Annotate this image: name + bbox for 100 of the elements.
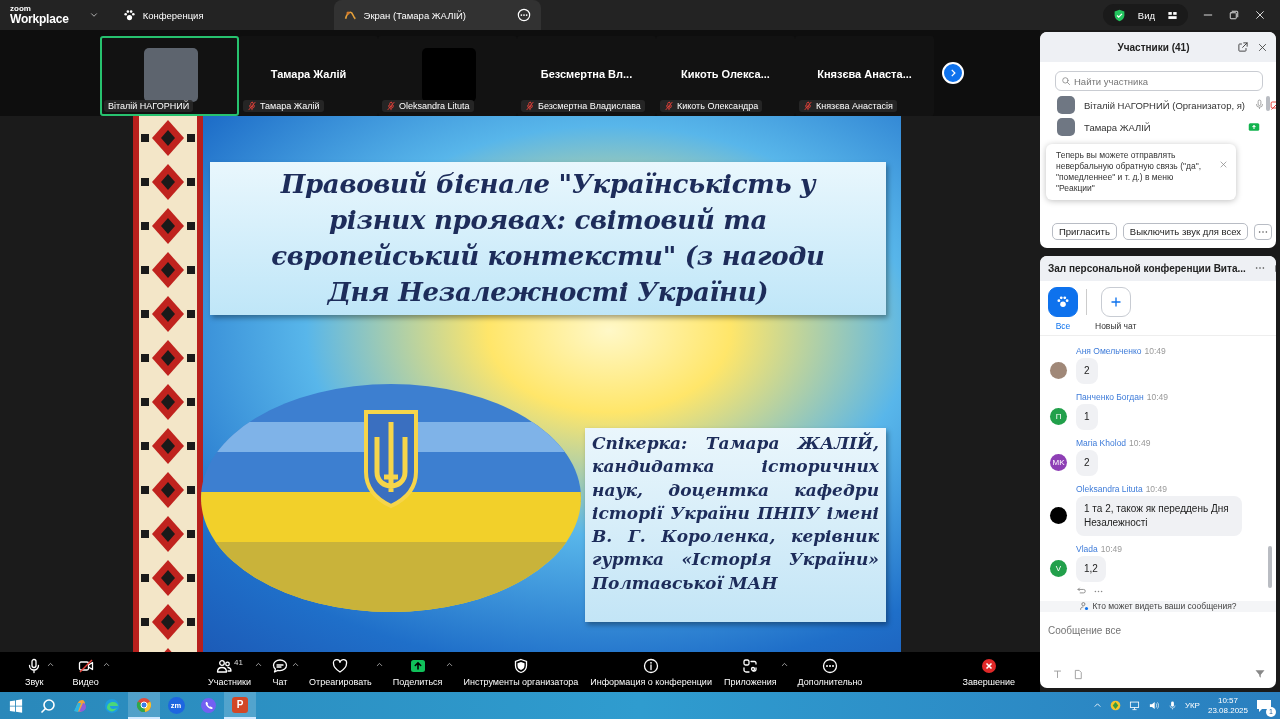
- sender-name: Maria Kholod: [1076, 437, 1127, 448]
- avatar-placeholder: [1050, 362, 1067, 380]
- logo-text: zoom: [10, 5, 32, 13]
- chevron-up-icon[interactable]: [1092, 701, 1102, 710]
- blank-video: [422, 48, 476, 102]
- close-icon[interactable]: [1257, 41, 1268, 53]
- close-icon[interactable]: [1254, 9, 1266, 21]
- video-off-icon: [77, 657, 94, 674]
- more-icon: [821, 657, 838, 674]
- toolbar-button[interactable]: Отреагировать: [306, 655, 375, 689]
- participant-row[interactable]: Тамара ЖАЛІЙ: [1040, 116, 1266, 138]
- video-tile[interactable]: Oleksandra Lituta: [378, 36, 517, 116]
- network-icon[interactable]: [1128, 700, 1140, 711]
- avatar: V: [1050, 560, 1067, 578]
- participant-name: Кикоть Олекса...: [680, 68, 771, 80]
- message-time: 10:49: [1129, 437, 1151, 448]
- chat-icon: [272, 657, 288, 674]
- message-bubble: 2: [1076, 449, 1098, 476]
- panel-title: Участники (41): [1116, 41, 1191, 53]
- microphone-icon: [1254, 99, 1266, 110]
- toolbar-button[interactable]: Видео: [69, 655, 102, 689]
- more-icon[interactable]: [517, 8, 531, 22]
- participant-label: Кикоть Олександра: [677, 101, 759, 111]
- powerpoint-app-icon[interactable]: P: [232, 696, 248, 713]
- privacy-link[interactable]: Кто может видеть ваши сообщения?: [1040, 600, 1276, 612]
- participant-row[interactable]: Віталій НАГОРНИЙ (Организатор, я): [1040, 94, 1266, 116]
- participant-label: Віталій НАГОРНИЙ: [108, 101, 190, 111]
- message-bubble: 2: [1076, 357, 1098, 384]
- message-bubble: 1 та 2, також як переддень Дня Незалежності: [1076, 495, 1242, 536]
- plus-icon: [1109, 295, 1122, 308]
- toolbar-button[interactable]: Инструменты организатора: [460, 655, 582, 689]
- avatar-placeholder: [1057, 96, 1075, 114]
- reply-icon[interactable]: [1076, 585, 1087, 597]
- microphone-icon[interactable]: [1167, 700, 1177, 711]
- search-icon[interactable]: [40, 697, 56, 714]
- logo-text: Workplace: [10, 13, 69, 25]
- more-button[interactable]: [1254, 223, 1273, 240]
- meeting-tab[interactable]: Конференция: [112, 0, 214, 30]
- shield-icon: [512, 657, 529, 674]
- file-icon[interactable]: [1073, 668, 1084, 680]
- sender-name: Oleksandra Lituta: [1076, 483, 1143, 494]
- participants-icon: [216, 657, 233, 674]
- participant-name: Безсмертна Вл...: [539, 68, 634, 80]
- toolbar-button[interactable]: Приложения: [720, 655, 780, 689]
- end-call-icon: [980, 657, 997, 674]
- message-time: 10:49: [1100, 543, 1123, 554]
- grid-icon: [1167, 9, 1178, 21]
- search-field[interactable]: Найти участника: [1055, 71, 1263, 91]
- message-time: 10:49: [1144, 345, 1166, 356]
- toolbar-button[interactable]: Звук: [22, 655, 47, 689]
- speaker-info: Спікерка: Тамара ЖАЛІЙ, кандидатка історичних наук, доцентка кафедри історії України ПНПУ імені В. Г. Короленка, керівник гуртка «Історія України» Полтавської МАН: [585, 428, 886, 622]
- meeting-tab[interactable]: Экран (Тамара ЖАЛІЙ): [333, 0, 541, 30]
- language-indicator[interactable]: УКР: [1184, 701, 1200, 710]
- panel-title: Зал персональной конференции Вита...: [1048, 262, 1246, 274]
- toolbar-button[interactable]: Информация о конференции: [587, 655, 715, 689]
- speaker-icon[interactable]: [1147, 700, 1160, 711]
- phone-bubble-icon[interactable]: [199, 697, 217, 714]
- toolbar-button[interactable]: 41 Участники: [205, 655, 254, 689]
- video-tile[interactable]: Князєва Анаста... Князєва Анастасія: [795, 36, 934, 116]
- clock[interactable]: 10:57 23.08.2025: [1207, 695, 1248, 716]
- participant-name: Князєва Анаста...: [816, 68, 913, 80]
- panel-button[interactable]: Выключить звук для всех: [1122, 223, 1249, 240]
- heart-icon: [332, 657, 349, 674]
- sender-name: Vlada: [1076, 543, 1098, 554]
- restore-icon[interactable]: [1228, 9, 1240, 21]
- chevron-down-icon[interactable]: [88, 10, 99, 20]
- avatar: MK: [1050, 454, 1067, 472]
- notification-text: Теперь вы можете отправлять невербальную обратную связь ("да", "помедленнее" и т. д.) в меню "Реакции": [1056, 150, 1203, 194]
- video-tile[interactable]: Кикоть Олекса... Кикоть Олександра: [656, 36, 795, 116]
- scrollbar-thumb[interactable]: [1266, 96, 1270, 111]
- avatar-placeholder: [1057, 118, 1075, 136]
- scrollbar-thumb[interactable]: [1268, 545, 1272, 588]
- message-bubble: 1: [1076, 403, 1098, 430]
- message-icon: [1256, 698, 1272, 713]
- toolbar-button[interactable]: Дополнительно: [794, 655, 866, 689]
- panel-button[interactable]: Пригласить: [1052, 223, 1117, 240]
- tray-app-icon[interactable]: [1109, 700, 1121, 711]
- message-time: 10:49: [1145, 483, 1167, 494]
- shield-check-icon: [1112, 8, 1126, 22]
- chrome-icon[interactable]: [136, 696, 152, 713]
- view-button[interactable]: Вид: [1102, 4, 1188, 26]
- video-tile[interactable]: Безсмертна Вл... Безсмертна Владислава: [517, 36, 656, 116]
- toolbar-button[interactable]: Чат: [269, 655, 291, 689]
- participant-label: Тамара Жалій: [260, 101, 320, 111]
- pop-out-icon[interactable]: [1237, 41, 1249, 53]
- video-tile[interactable]: Тамара Жалій Тамара Жалій: [239, 36, 378, 116]
- next-page-button[interactable]: [942, 62, 964, 84]
- participant-count: 41: [234, 657, 243, 667]
- toolbar-button[interactable]: Завершение: [959, 655, 1018, 689]
- windows-icon[interactable]: [9, 698, 23, 713]
- chevron-right-icon: [948, 68, 958, 78]
- app-icon[interactable]: [72, 697, 88, 714]
- text-format-icon[interactable]: [1052, 668, 1063, 680]
- message-time: 10:49: [1146, 391, 1168, 402]
- toolbar-button[interactable]: Поделиться: [389, 655, 446, 689]
- participant-label: Князєва Анастасія: [816, 101, 893, 111]
- photo-placeholder: [144, 48, 198, 102]
- info-icon: [643, 657, 660, 674]
- video-tile[interactable]: Віталій НАГОРНИЙ: [100, 36, 239, 116]
- participant-label: Oleksandra Lituta: [399, 101, 470, 111]
